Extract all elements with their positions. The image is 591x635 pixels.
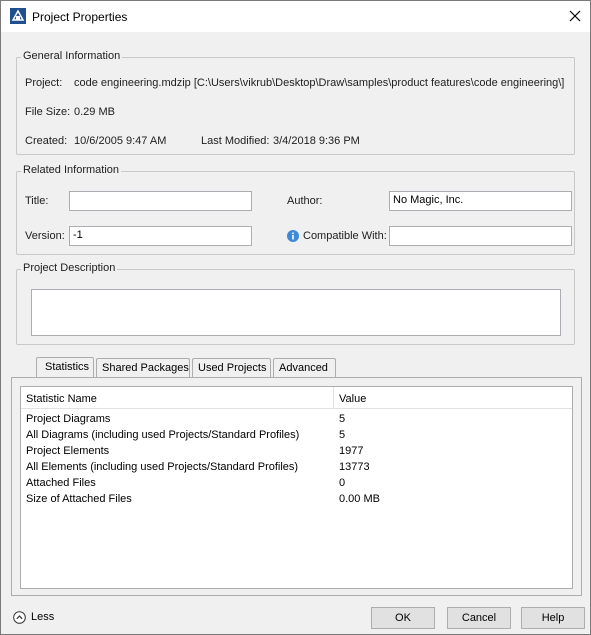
less-label: Less <box>31 611 55 623</box>
table-row[interactable]: Project Diagrams 5 <box>21 411 572 427</box>
author-field[interactable]: No Magic, Inc. <box>389 191 572 211</box>
close-icon <box>569 10 581 22</box>
statistic-name-cell: Project Diagrams <box>26 413 111 425</box>
window-title: Project Properties <box>32 10 128 24</box>
created-label: Created: <box>25 135 68 147</box>
table-row[interactable]: Attached Files 0 <box>21 475 572 491</box>
compatible-with-label: Compatible With: <box>303 230 387 242</box>
table-header: Statistic Name Value <box>21 387 572 409</box>
statistic-name-cell: All Elements (including used Projects/St… <box>26 461 299 473</box>
last-modified-value: 3/4/2018 9:36 PM <box>273 135 360 147</box>
project-label: Project: <box>25 77 63 89</box>
tab-statistics[interactable]: Statistics <box>36 357 94 378</box>
info-icon <box>287 230 299 242</box>
version-label: Version: <box>25 230 65 242</box>
ok-button[interactable]: OK <box>371 607 435 629</box>
general-information-legend: General Information <box>21 50 123 62</box>
statistic-value-cell: 5 <box>339 413 346 425</box>
statistics-panel: Statistic Name Value Project Diagrams 5 … <box>11 377 582 596</box>
author-label: Author: <box>287 195 323 207</box>
title-label: Title: <box>25 195 49 207</box>
app-icon <box>10 8 26 24</box>
file-size-value: 0.29 MB <box>74 106 115 118</box>
statistic-value-cell: 5 <box>339 429 346 441</box>
title-field[interactable] <box>69 191 252 211</box>
close-button[interactable] <box>561 5 589 27</box>
statistic-name-cell: Size of Attached Files <box>26 493 132 505</box>
project-properties-dialog: Project Properties General Information P… <box>0 0 591 635</box>
statistic-value-cell: 13773 <box>339 461 370 473</box>
tab-bar: Statistics Shared Packages Used Projects… <box>11 357 582 378</box>
statistic-value-cell: 1977 <box>339 445 364 457</box>
title-bar: Project Properties <box>1 1 590 32</box>
table-row[interactable]: All Diagrams (including used Projects/St… <box>21 427 572 443</box>
chevron-up-circle-icon <box>13 611 26 624</box>
file-size-label: File Size: <box>25 106 71 118</box>
column-separator[interactable] <box>333 387 334 409</box>
tab-used-projects[interactable]: Used Projects <box>192 358 271 378</box>
statistic-value-cell: 0.00 MB <box>339 493 380 505</box>
column-header-value[interactable]: Value <box>339 393 366 405</box>
version-field[interactable]: -1 <box>69 226 252 246</box>
last-modified-label: Last Modified: <box>201 135 270 147</box>
cancel-button[interactable]: Cancel <box>447 607 511 629</box>
compatible-with-field[interactable] <box>389 226 572 246</box>
statistics-table: Statistic Name Value Project Diagrams 5 … <box>20 386 573 589</box>
statistic-value-cell: 0 <box>339 477 346 489</box>
statistic-name-cell: All Diagrams (including used Projects/St… <box>26 429 300 441</box>
help-button[interactable]: Help <box>521 607 585 629</box>
related-information-legend: Related Information <box>21 164 121 176</box>
tab-advanced[interactable]: Advanced <box>273 358 336 378</box>
column-header-statistic-name[interactable]: Statistic Name <box>26 393 97 405</box>
project-description-legend: Project Description <box>21 262 118 274</box>
table-row[interactable]: All Elements (including used Projects/St… <box>21 459 572 475</box>
project-description-field[interactable] <box>31 289 561 336</box>
statistic-name-cell: Attached Files <box>26 477 96 489</box>
table-row[interactable]: Project Elements 1977 <box>21 443 572 459</box>
project-value: code engineering.mdzip [C:\Users\vikrub\… <box>74 77 565 89</box>
tab-shared-packages[interactable]: Shared Packages <box>96 358 190 378</box>
statistic-name-cell: Project Elements <box>26 445 110 457</box>
created-value: 10/6/2005 9:47 AM <box>74 135 167 147</box>
table-row[interactable]: Size of Attached Files 0.00 MB <box>21 491 572 507</box>
